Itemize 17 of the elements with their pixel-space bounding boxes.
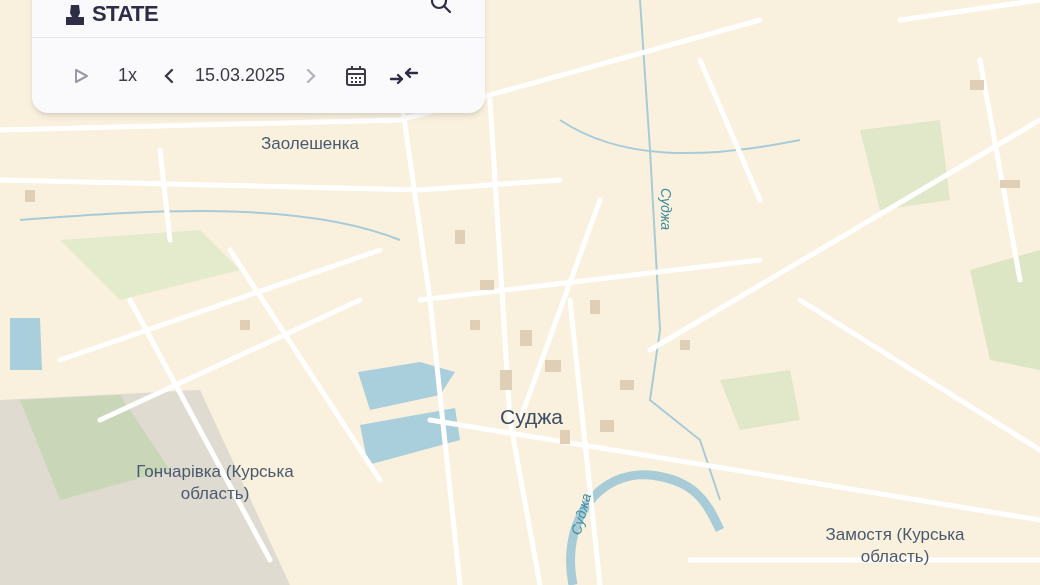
chevron-left-icon — [163, 66, 175, 85]
town-label: Суджа — [500, 404, 563, 430]
river-label: Суджа — [566, 491, 596, 537]
place-label: Замостя (Курська область) — [824, 524, 966, 569]
brand-name: STATE — [92, 3, 159, 25]
chevron-right-icon — [305, 66, 318, 85]
calendar-icon — [345, 64, 368, 87]
calendar-button[interactable] — [345, 64, 368, 87]
river-label: Суджа — [657, 188, 676, 231]
previous-day-button[interactable] — [163, 66, 175, 85]
logo-icon — [64, 3, 86, 25]
date-button[interactable]: 15.03.2025 — [195, 62, 286, 89]
place-label: Гончарівка (Курська область) — [135, 461, 295, 506]
play-button[interactable] — [72, 66, 90, 85]
play-icon — [72, 66, 90, 85]
place-label: Заолешенка — [260, 133, 360, 155]
speed-button[interactable]: 1x — [118, 62, 137, 89]
